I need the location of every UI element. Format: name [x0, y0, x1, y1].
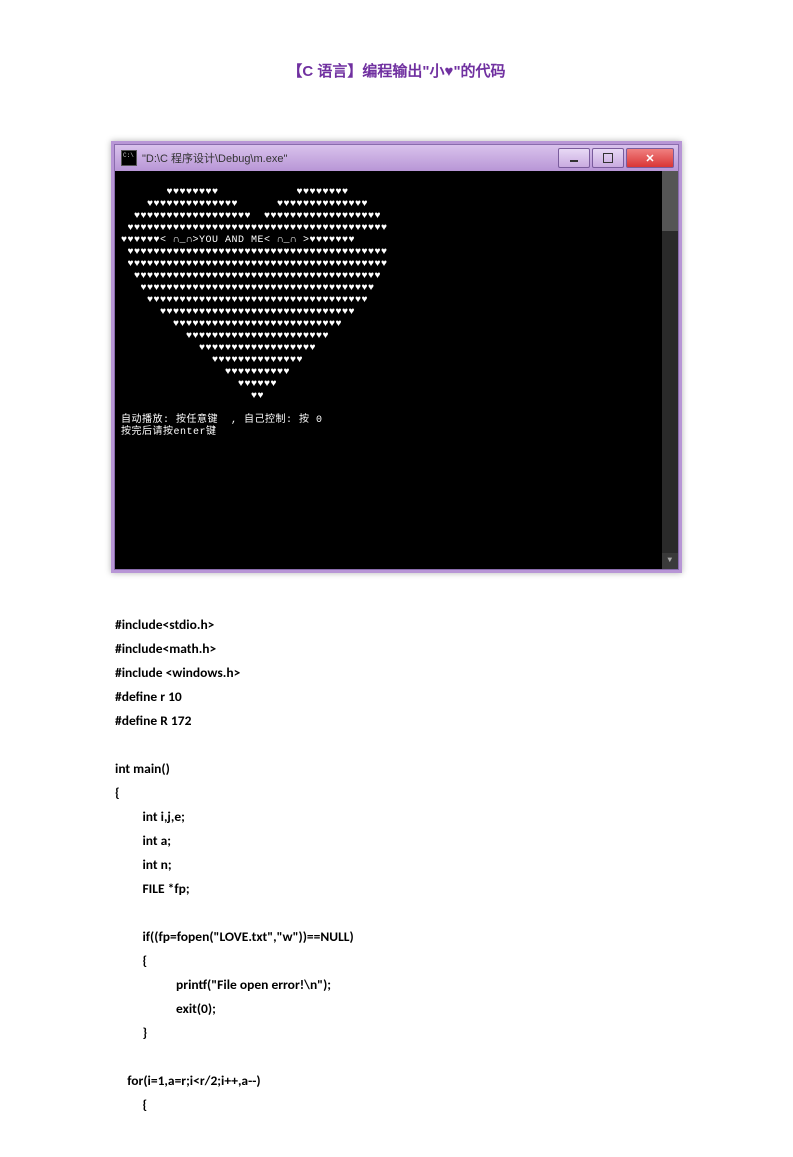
window-titlebar: "D:\C 程序设计\Debug\m.exe" — [115, 145, 678, 171]
source-code: #include<stdio.h> #include<math.h> #incl… — [115, 613, 793, 1117]
window-buttons — [556, 148, 674, 168]
scrollbar-track[interactable]: ▲ ▼ — [662, 171, 678, 569]
console-text: ♥♥♥♥♥♥♥♥ ♥♥♥♥♥♥♥♥ ♥♥♥♥♥♥♥♥♥♥♥♥♥♥ ♥♥♥♥♥♥♥… — [121, 187, 388, 438]
scroll-down-arrow[interactable]: ▼ — [662, 553, 678, 569]
minimize-button[interactable] — [558, 148, 590, 168]
close-button[interactable] — [626, 148, 674, 168]
maximize-button[interactable] — [592, 148, 624, 168]
scrollbar-thumb[interactable] — [662, 171, 678, 231]
window-title-text: "D:\C 程序设计\Debug\m.exe" — [142, 150, 287, 166]
console-icon — [121, 150, 137, 166]
console-output-area: ♥♥♥♥♥♥♥♥ ♥♥♥♥♥♥♥♥ ♥♥♥♥♥♥♥♥♥♥♥♥♥♥ ♥♥♥♥♥♥♥… — [115, 171, 678, 569]
page-title: 【C 语言】编程输出"小♥"的代码 — [0, 60, 793, 81]
console-window: "D:\C 程序设计\Debug\m.exe" ♥♥♥♥♥♥♥♥ ♥♥♥♥♥♥♥… — [111, 141, 682, 573]
